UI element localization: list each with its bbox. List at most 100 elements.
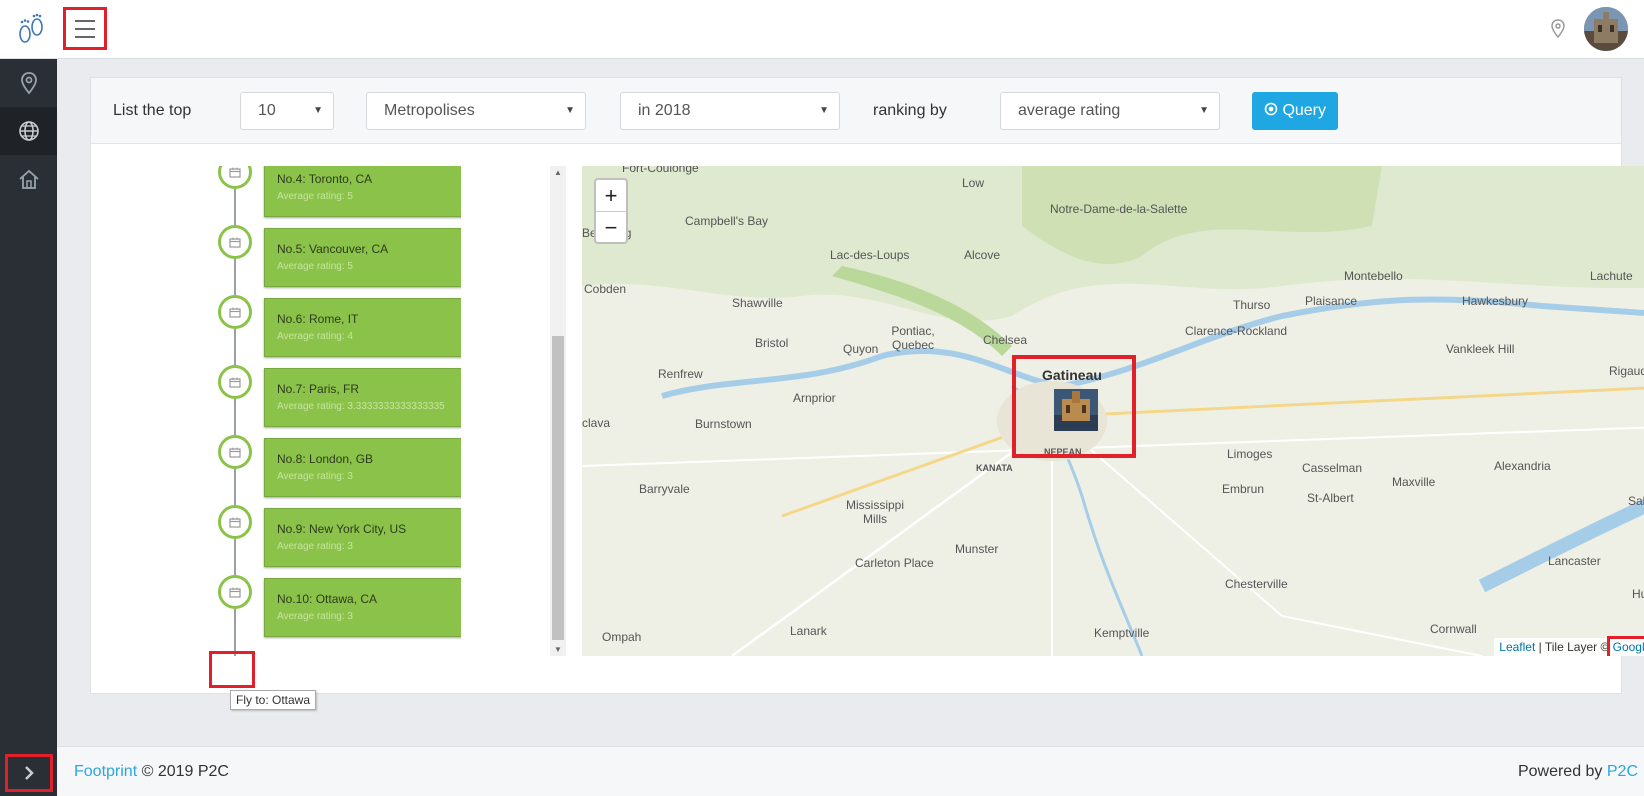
timeline-card-rating: Average rating: 3 [277, 471, 353, 482]
timeline-card[interactable]: No.4: Toronto, CA Average rating: 5 [264, 166, 461, 217]
fly-to-node-button[interactable] [218, 166, 252, 189]
map-label: Kemptville [1094, 626, 1150, 640]
timeline-card[interactable]: No.9: New York City, US Average rating: 3 [264, 508, 461, 567]
map-view[interactable]: Fort-Coulonge Low Notre-Dame-de-la-Salet… [582, 166, 1644, 656]
calendar-icon [229, 517, 241, 528]
fly-to-node-button[interactable] [218, 435, 252, 469]
highlight-box [1607, 636, 1644, 656]
map-label: Embrun [1222, 482, 1265, 496]
map-label: St-Albert [1307, 491, 1354, 505]
timeline-card-title: No.7: Paris, FR [277, 382, 360, 396]
zoom-control: + − [594, 178, 628, 244]
calendar-icon [229, 307, 241, 318]
query-toolbar: List the top 10 ▼ Metropolises ▼ in 2018 ▼ … [91, 78, 1621, 144]
home-icon [18, 169, 39, 189]
ranking-by-label: ranking by [873, 102, 947, 119]
map-label: Chesterville [1225, 577, 1288, 591]
year-select[interactable]: in 2018 ▼ [620, 92, 840, 130]
map-label: Maxville [1392, 475, 1436, 489]
map-label: Barryvale [639, 482, 690, 496]
map-label: Quyon [843, 342, 879, 356]
map-label: Casselman [1302, 461, 1363, 475]
map-label: Salaberry-de [1628, 494, 1644, 508]
leaflet-link[interactable]: Leaflet [1499, 640, 1535, 654]
calendar-icon [229, 237, 241, 248]
scroll-up-icon[interactable]: ▲ [550, 168, 566, 177]
query-button[interactable]: Query [1252, 92, 1338, 130]
map-label: Chelsea [983, 333, 1028, 347]
globe-icon [18, 121, 39, 141]
zoom-out-button[interactable]: − [596, 211, 626, 242]
fly-to-node-button[interactable] [218, 225, 252, 259]
timeline-scrollbar[interactable]: ▲ ▼ [550, 166, 566, 656]
map-label: Bristol [755, 336, 789, 350]
timeline-card-title: No.5: Vancouver, CA [277, 242, 389, 256]
timeline-card-rating: Average rating: 3 [277, 611, 353, 622]
map-label: Montebello [1344, 269, 1403, 283]
map-label: Clarence-Rockland [1185, 324, 1288, 338]
zoom-in-button[interactable]: + [596, 180, 626, 211]
map-label: Low [962, 176, 985, 190]
map-label: Cornwall [1430, 622, 1477, 636]
map-label: Notre-Dame-de-la-Salette [1050, 202, 1188, 216]
sidebar-item-home[interactable] [0, 155, 57, 203]
map-label: Hunting [1632, 587, 1644, 601]
timeline-card[interactable]: No.6: Rome, IT Average rating: 4 [264, 298, 461, 357]
timeline-card-title: No.6: Rome, IT [277, 312, 359, 326]
sidebar-item-globe[interactable] [0, 107, 57, 155]
timeline-card[interactable]: No.8: London, GB Average rating: 3 [264, 438, 461, 497]
map-pin-icon[interactable] [1550, 19, 1566, 39]
map-label: Munster [955, 542, 999, 556]
ranking-select[interactable]: average rating ▼ [1000, 92, 1220, 130]
timeline-card-rating: Average rating: 5 [277, 191, 353, 202]
p2c-link[interactable]: P2C [1607, 763, 1638, 780]
category-select[interactable]: Metropolises ▼ [366, 92, 586, 130]
map-label: Alcove [964, 248, 1001, 262]
map-label: Shawville [732, 296, 783, 310]
map-label: Lachute [1590, 269, 1633, 283]
hamburger-menu-button[interactable] [63, 7, 107, 50]
chevron-right-icon [25, 766, 34, 780]
footprint-link[interactable]: Footprint [74, 763, 137, 780]
highlight-box [1012, 355, 1136, 458]
fly-to-node-button[interactable] [218, 505, 252, 539]
map-label: Ompah [602, 630, 642, 644]
calendar-icon [229, 447, 241, 458]
map-label: KANATA [976, 463, 1013, 473]
map-label: Alexandria [1494, 459, 1551, 473]
map-label: Campbell's Bay [685, 214, 768, 228]
scrollbar-thumb[interactable] [552, 336, 564, 640]
fly-to-node-button[interactable] [218, 295, 252, 329]
map-label: Lanark [790, 624, 827, 638]
left-sidebar [0, 59, 57, 796]
map-label: Fort-Coulonge [622, 166, 699, 175]
highlight-box [209, 651, 255, 688]
timeline-card-title: No.8: London, GB [277, 452, 374, 466]
sidebar-item-map[interactable] [0, 59, 57, 107]
hamburger-icon [75, 19, 95, 22]
footprint-logo-icon[interactable] [14, 12, 48, 46]
timeline-card[interactable]: No.10: Ottawa, CA Average rating: 3 [264, 578, 461, 637]
map-label: Arnprior [793, 391, 836, 405]
map-label: Carleton Place [855, 556, 934, 570]
fly-to-tooltip: Fly to: Ottawa [230, 690, 317, 710]
calendar-icon [229, 167, 241, 178]
map-label: Rigaud [1609, 364, 1644, 378]
timeline-card-title: No.9: New York City, US [277, 522, 407, 536]
fly-to-node-button[interactable] [218, 575, 252, 609]
timeline-card[interactable]: No.5: Vancouver, CA Average rating: 5 [264, 228, 461, 287]
map-label: Vankleek Hill [1446, 342, 1515, 356]
map-label: Hawkesbury [1462, 294, 1529, 308]
map-label: Renfrew [658, 367, 703, 381]
map-label: Thurso [1233, 298, 1271, 312]
timeline-card-rating: Average rating: 3.3333333333333335 [277, 401, 445, 412]
fly-to-node-button[interactable] [218, 365, 252, 399]
count-select[interactable]: 10 ▼ [240, 92, 334, 130]
timeline-card-title: No.4: Toronto, CA [277, 172, 373, 186]
timeline-card[interactable]: No.7: Paris, FR Average rating: 3.3333333… [264, 368, 461, 427]
ranking-timeline: No.4: Toronto, CA Average rating: 5 No.5: … [111, 166, 461, 656]
user-avatar[interactable] [1584, 7, 1628, 51]
map-label: Lac-des-Loups [830, 248, 910, 262]
sidebar-toggle-button[interactable] [5, 754, 53, 792]
scroll-down-icon[interactable]: ▼ [550, 645, 566, 654]
